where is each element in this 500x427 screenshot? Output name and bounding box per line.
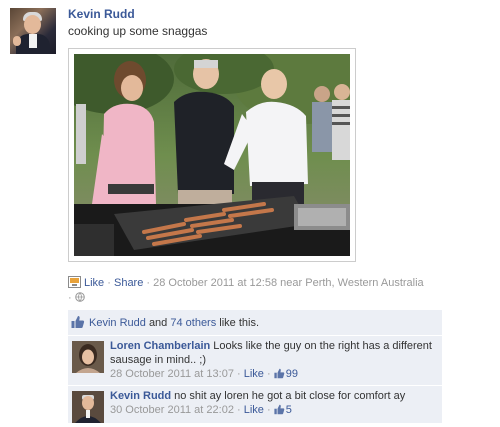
post-location-prefix: near: [280, 277, 303, 289]
like-count-value: 99: [285, 368, 298, 380]
comment-like-count[interactable]: 99: [274, 368, 298, 380]
thumbs-up-icon: [274, 404, 285, 419]
comment-like-link[interactable]: Like: [244, 404, 264, 416]
globe-icon[interactable]: [74, 292, 85, 304]
comment-meta: 28 October 2011 at 13:07 · Like · 99: [110, 367, 435, 383]
author-avatar[interactable]: [10, 8, 56, 54]
comment-meta: 30 October 2011 at 22:02 · Like · 5: [110, 403, 435, 419]
comment-author-link[interactable]: Kevin Rudd: [110, 390, 171, 402]
meta-separator: ·: [237, 368, 241, 380]
feedback-section: Kevin Rudd and 74 others like this. Lore…: [68, 310, 442, 424]
post-meta: Like · Share · 28 October 2011 at 12:58 …: [68, 276, 448, 306]
meta-separator: ·: [68, 292, 72, 304]
comment-author-link[interactable]: Loren Chamberlain: [110, 340, 210, 352]
post-like-link[interactable]: Like: [84, 277, 104, 289]
post-status-text: cooking up some snaggas: [68, 24, 208, 38]
avatar-face: [24, 15, 41, 34]
comment-timestamp[interactable]: 28 October 2011 at 13:07: [110, 368, 234, 380]
likes-summary: Kevin Rudd and 74 others like this.: [68, 310, 442, 336]
liker-name-link[interactable]: Kevin Rudd: [89, 317, 146, 329]
comment-item: Kevin Rudd no shit ay loren he got a bit …: [68, 386, 442, 424]
photo-image: [74, 54, 350, 256]
comment-like-link[interactable]: Like: [244, 368, 264, 380]
comment-body: Loren Chamberlain Looks like the guy on t…: [110, 339, 435, 383]
comment-body: Kevin Rudd no shit ay loren he got a bit …: [110, 389, 435, 419]
commenter-avatar[interactable]: [72, 391, 104, 423]
likes-conjunction: and: [148, 317, 168, 329]
thumbs-up-icon: [274, 368, 285, 383]
likes-suffix: like this.: [219, 317, 260, 329]
comment-item: Loren Chamberlain Looks like the guy on t…: [68, 336, 442, 386]
meta-separator: ·: [237, 404, 241, 416]
avatar-shirt: [29, 34, 37, 48]
like-count-value: 5: [285, 404, 292, 416]
post-share-link[interactable]: Share: [114, 277, 143, 289]
comment-like-count[interactable]: 5: [274, 404, 292, 416]
mobile-upload-icon: [68, 276, 81, 288]
post-timestamp[interactable]: 28 October 2011 at 12:58: [153, 277, 277, 289]
likes-others-link[interactable]: 74 others: [170, 317, 216, 329]
meta-separator: ·: [267, 368, 271, 380]
meta-separator: ·: [146, 277, 151, 289]
avatar-hand: [13, 36, 21, 46]
meta-separator: ·: [107, 277, 111, 289]
post-location[interactable]: Perth, Western Australia: [305, 277, 423, 289]
post-author-link[interactable]: Kevin Rudd: [68, 7, 135, 21]
comment-text: no shit ay loren he got a bit close for …: [174, 390, 406, 402]
comment-timestamp[interactable]: 30 October 2011 at 22:02: [110, 404, 234, 416]
commenter-avatar[interactable]: [72, 341, 104, 373]
meta-separator: ·: [267, 404, 271, 416]
post-photo[interactable]: [68, 48, 356, 262]
